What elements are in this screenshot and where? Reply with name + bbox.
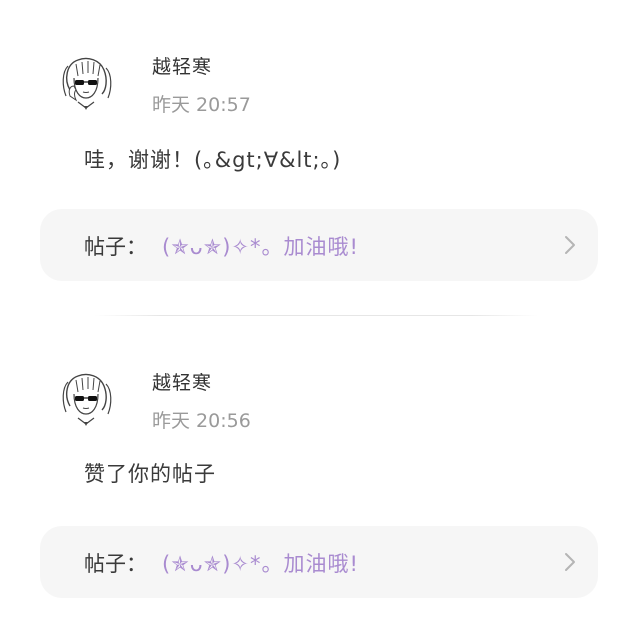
like-text: 赞了你的帖子 [84, 462, 216, 486]
post-prefix-label: 帖子： [84, 552, 147, 576]
username[interactable]: 越轻寒 [152, 368, 212, 395]
avatar[interactable] [56, 368, 116, 428]
timestamp: 昨天 20:56 [152, 410, 251, 432]
post-link-card[interactable]: 帖子： (✯ᴗ✯)✧*。加油哦! [40, 526, 598, 598]
post-title: (✯ᴗ✯)✧*。加油哦! [162, 552, 359, 576]
notification-item: 越轻寒 昨天 20:56 赞了你的帖子 帖子： (✯ᴗ✯)✧*。加油哦! [0, 0, 640, 638]
chevron-right-icon [565, 553, 575, 571]
